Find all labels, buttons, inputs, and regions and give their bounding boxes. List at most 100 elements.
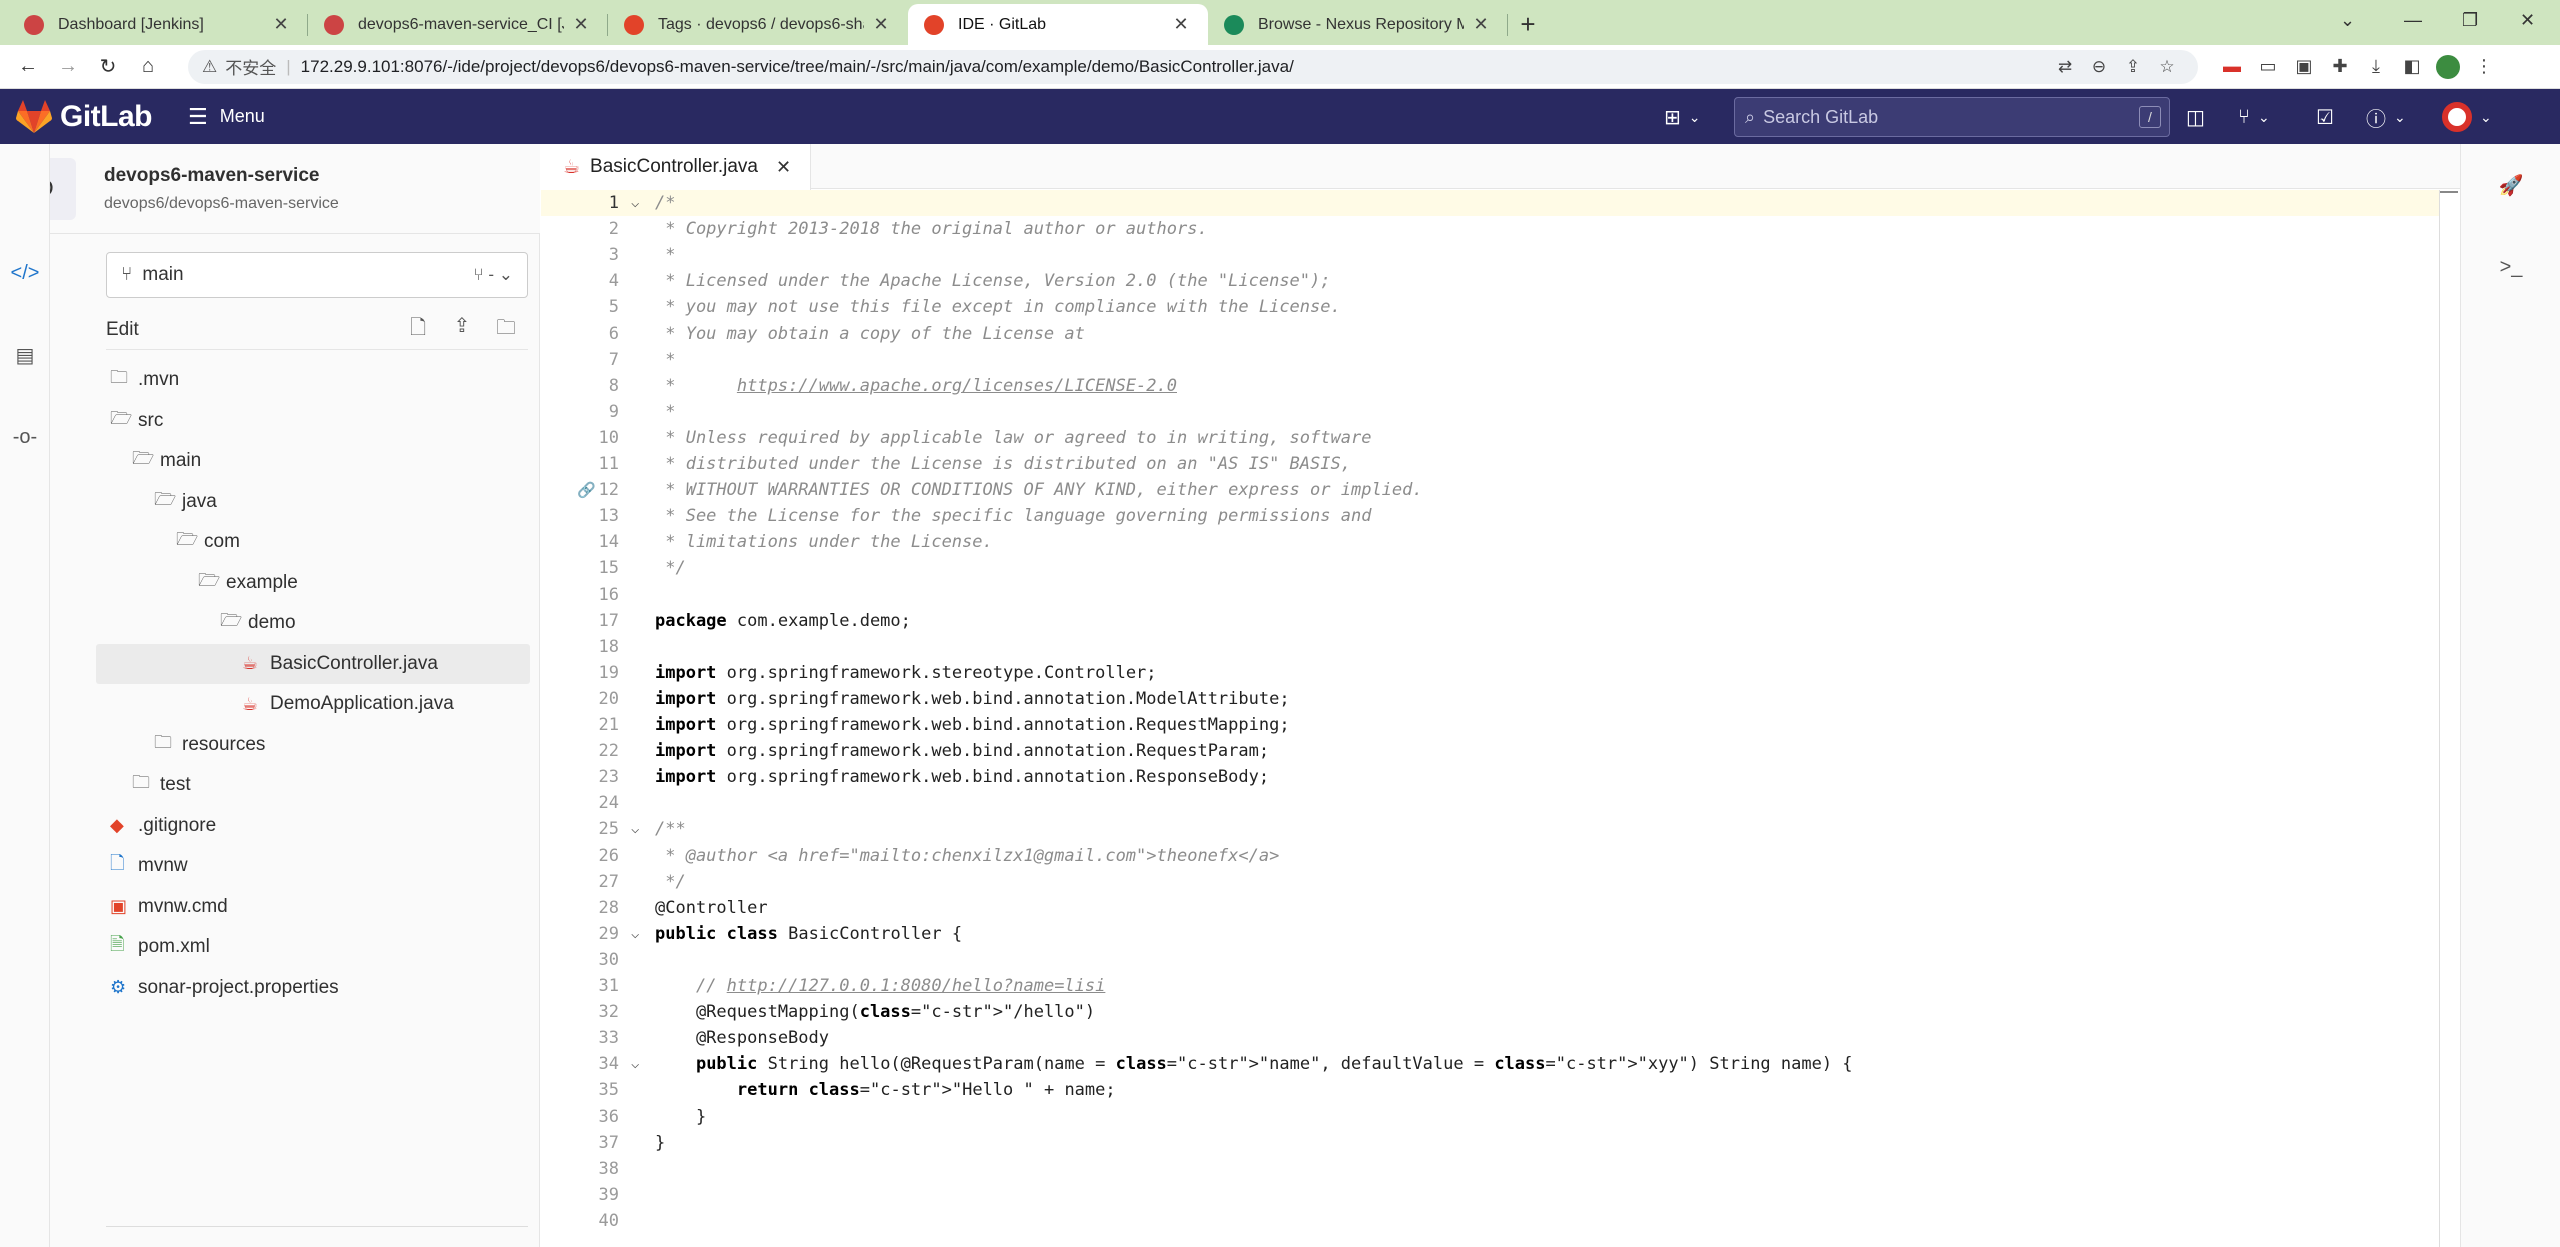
reload-button[interactable]: ↻: [88, 47, 128, 87]
code-line[interactable]: 17 package com.example.demo;: [541, 608, 2439, 634]
browser-tab-1[interactable]: devops6-maven-service_CI [Jenkins] ✕: [308, 4, 608, 45]
tab-search-button[interactable]: ⌄: [2340, 0, 2355, 40]
editor-tab-basiccontroller[interactable]: ☕ BasicController.java ✕: [541, 144, 811, 190]
close-tab-icon[interactable]: ✕: [1470, 14, 1492, 35]
fold-chevron-icon[interactable]: ⌵: [631, 816, 651, 842]
merge-requests-button[interactable]: ⑂ ⌄: [2238, 97, 2270, 137]
link-icon[interactable]: 🔗: [577, 477, 596, 503]
code-line[interactable]: 12 🔗 * WITHOUT WARRANTIES OR CONDITIONS O…: [541, 477, 2439, 503]
code-line[interactable]: 35 return class="c-str">"Hello " + name;: [541, 1077, 2439, 1103]
terminal-button[interactable]: >_: [2461, 242, 2560, 292]
new-file-icon[interactable]: 🗋: [396, 313, 440, 347]
code-line[interactable]: 36 }: [541, 1104, 2439, 1130]
code-line[interactable]: 4 * Licensed under the Apache License, V…: [541, 268, 2439, 294]
browser-tab-3[interactable]: IDE · GitLab ✕: [908, 4, 1208, 45]
user-avatar-button[interactable]: ⌄: [2442, 97, 2492, 137]
new-folder-icon[interactable]: 🗀: [484, 313, 528, 347]
code-line[interactable]: 38: [541, 1156, 2439, 1182]
forward-button[interactable]: →: [48, 47, 88, 87]
code-line[interactable]: 29 ⌵ public class BasicController {: [541, 921, 2439, 947]
branch-selector[interactable]: ⑂ main ⑂ - ⌄: [106, 252, 528, 298]
tree-item[interactable]: 🗁 demo: [96, 603, 530, 643]
code-line[interactable]: 9 *: [541, 399, 2439, 425]
translate-icon[interactable]: ⇄: [2048, 57, 2082, 77]
search-input[interactable]: ⌕ Search GitLab /: [1734, 97, 2170, 137]
maximize-button[interactable]: ❐: [2462, 0, 2478, 40]
code-line[interactable]: 33 @ResponseBody: [541, 1025, 2439, 1051]
minimize-button[interactable]: —: [2404, 0, 2422, 40]
extensions-puzzle-icon[interactable]: ✚: [2322, 49, 2358, 85]
tree-item[interactable]: 🗀 resources: [96, 725, 530, 765]
scrollbar-marker[interactable]: [2440, 191, 2458, 193]
fold-chevron-icon[interactable]: ⌵: [631, 190, 651, 216]
code-line[interactable]: 39: [541, 1182, 2439, 1208]
close-window-button[interactable]: ✕: [2520, 0, 2535, 40]
todos-button[interactable]: ☑: [2316, 97, 2334, 137]
share-icon[interactable]: ⇪: [2116, 57, 2150, 77]
tree-item[interactable]: ⚙ sonar-project.properties: [96, 968, 530, 1008]
commit-mode-button[interactable]: -o-: [0, 412, 50, 462]
close-tab-icon[interactable]: ✕: [570, 14, 592, 35]
code-line[interactable]: 5 * you may not use this file except in …: [541, 294, 2439, 320]
code-line[interactable]: 8 * https://www.apache.org/licenses/LICE…: [541, 373, 2439, 399]
code-line[interactable]: 14 * limitations under the License.: [541, 529, 2439, 555]
code-line[interactable]: 15 */: [541, 555, 2439, 581]
browser-tab-4[interactable]: Browse - Nexus Repository Manager ✕: [1208, 4, 1508, 45]
code-line[interactable]: 6 * You may obtain a copy of the License…: [541, 321, 2439, 347]
bookmark-star-icon[interactable]: ☆: [2150, 57, 2184, 77]
code-line[interactable]: 3 *: [541, 242, 2439, 268]
back-button[interactable]: ←: [8, 47, 48, 87]
code-line[interactable]: 1 ⌵/*: [541, 190, 2439, 217]
zoom-icon[interactable]: ⊖: [2082, 57, 2116, 77]
code-line[interactable]: 16: [541, 582, 2439, 608]
code-line[interactable]: 28 @Controller: [541, 895, 2439, 921]
code-line[interactable]: 24: [541, 790, 2439, 816]
code-line[interactable]: 18: [541, 634, 2439, 660]
tree-item[interactable]: 🗁 main: [96, 441, 530, 481]
tree-item[interactable]: 🗀 test: [96, 765, 530, 805]
tree-item[interactable]: ☕ BasicController.java: [96, 643, 530, 684]
code-line[interactable]: 11 * distributed under the License is di…: [541, 451, 2439, 477]
code-line[interactable]: 21 import org.springframework.web.bind.an…: [541, 712, 2439, 738]
code-line[interactable]: 34 ⌵ public String hello(@RequestParam(na…: [541, 1051, 2439, 1077]
code-line[interactable]: 23 import org.springframework.web.bind.an…: [541, 764, 2439, 790]
review-mode-button[interactable]: ▤: [0, 330, 50, 380]
tree-item[interactable]: 🗁 java: [96, 482, 530, 522]
code-line[interactable]: 40: [541, 1208, 2439, 1234]
menu-button[interactable]: ☰ Menu: [188, 104, 265, 130]
browser-menu-icon[interactable]: ⋮: [2466, 49, 2502, 85]
code-line[interactable]: 13 * See the License for the specific la…: [541, 503, 2439, 529]
url-input[interactable]: ⚠ 不安全 | 172.29.9.101:8076/-/ide/project/…: [188, 49, 2198, 84]
code-line[interactable]: 19 import org.springframework.stereotype.…: [541, 660, 2439, 686]
tree-item[interactable]: ◆ .gitignore: [96, 806, 530, 846]
code-line[interactable]: 20 import org.springframework.web.bind.an…: [541, 686, 2439, 712]
fold-chevron-icon[interactable]: ⌵: [631, 921, 651, 947]
home-button[interactable]: ⌂: [128, 47, 168, 87]
code-line[interactable]: 22 import org.springframework.web.bind.an…: [541, 738, 2439, 764]
browser-tab-2[interactable]: Tags · devops6 / devops6-shared-library ✕: [608, 4, 908, 45]
pipelines-button[interactable]: 🚀: [2461, 160, 2560, 210]
code-line[interactable]: 7 *: [541, 347, 2439, 373]
code-line[interactable]: 37}: [541, 1130, 2439, 1156]
code-line[interactable]: 31 // http://127.0.0.1:8080/hello?name=l…: [541, 973, 2439, 999]
tree-item[interactable]: 🗁 com: [96, 522, 530, 562]
browser-tab-0[interactable]: Dashboard [Jenkins] ✕: [8, 4, 308, 45]
code-line[interactable]: 30: [541, 947, 2439, 973]
tree-item[interactable]: 🗎 pom.xml: [96, 927, 530, 967]
issues-button[interactable]: ◫: [2186, 97, 2205, 137]
code-line[interactable]: 25 ⌵/**: [541, 816, 2439, 842]
fold-chevron-icon[interactable]: ⌵: [631, 1051, 651, 1077]
code-line[interactable]: 26 * @author <a href="mailto:chenxilzx1@…: [541, 843, 2439, 869]
code-line[interactable]: 10 * Unless required by applicable law o…: [541, 425, 2439, 451]
tree-item[interactable]: 🗀 .mvn: [96, 360, 530, 400]
project-name[interactable]: devops6-maven-service: [104, 165, 339, 187]
tree-item[interactable]: 🗋 mvnw: [96, 846, 530, 886]
close-tab-icon[interactable]: ✕: [270, 14, 292, 35]
tree-item[interactable]: 🗁 src: [96, 401, 530, 441]
code-line[interactable]: 2 * Copyright 2013-2018 the original aut…: [541, 216, 2439, 242]
code-line[interactable]: 32 @RequestMapping(class="c-str">"/hello…: [541, 999, 2439, 1025]
tree-item[interactable]: 🗁 example: [96, 563, 530, 603]
help-button[interactable]: ⓘ ⌄: [2366, 97, 2406, 137]
code-editor[interactable]: 1 ⌵/* 2 * Copyright 2013-2018 the original…: [541, 190, 2439, 1247]
sidebar-toggle-icon[interactable]: ◧: [2394, 49, 2430, 85]
